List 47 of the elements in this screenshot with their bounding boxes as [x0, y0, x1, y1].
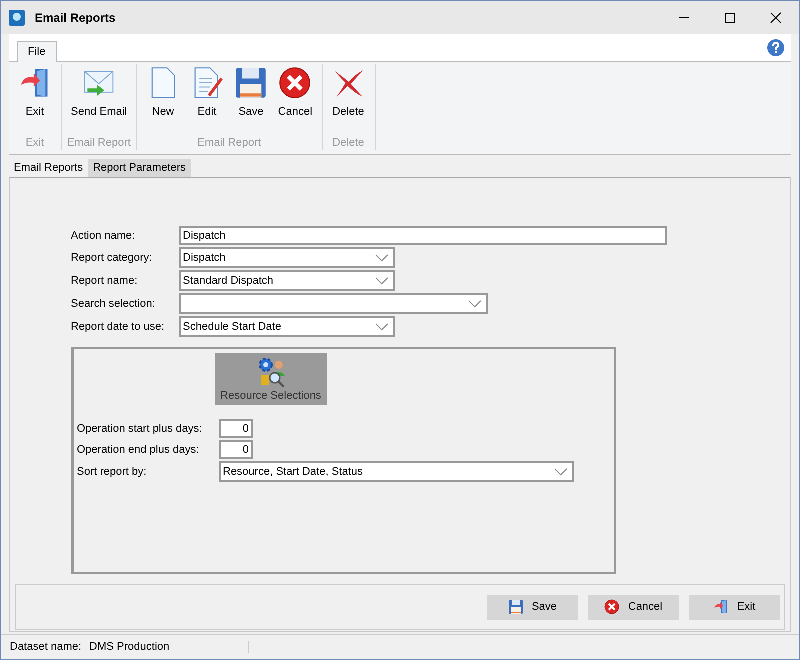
- dropdown[interactable]: [179, 293, 488, 314]
- field-label: Action name:: [71, 230, 136, 242]
- dropdown[interactable]: Resource, Start Date, Status: [219, 461, 574, 482]
- chevron-icon: [375, 254, 389, 262]
- chevron-icon: [375, 322, 389, 330]
- ribbon-button[interactable]: New: [141, 64, 186, 137]
- ribbon-tab[interactable]: File: [17, 41, 57, 62]
- group-label: Email Report: [67, 137, 131, 150]
- chevron-icon: [554, 468, 568, 476]
- tab[interactable]: Report Parameters: [88, 159, 192, 177]
- dropdown[interactable]: Standard Dispatch: [179, 270, 395, 291]
- status-value: DMS Production: [90, 641, 249, 653]
- ribbon-button[interactable]: Exit: [13, 64, 57, 137]
- help-icon[interactable]: [767, 39, 785, 57]
- chevron-icon: [375, 276, 389, 284]
- window-title: Email Reports: [35, 10, 117, 24]
- ribbon-button[interactable]: Save: [229, 64, 274, 137]
- ribbon-button[interactable]: Send Email: [66, 64, 132, 137]
- group-label: Delete: [332, 137, 364, 150]
- tab[interactable]: Email Reports: [9, 159, 88, 177]
- field-label: Operation end plus days:: [77, 444, 200, 456]
- text-field[interactable]: Dispatch: [179, 226, 667, 245]
- door-icon: [713, 599, 730, 615]
- number-field[interactable]: 0: [219, 419, 253, 438]
- chevron-icon: [468, 300, 482, 308]
- dialog-button[interactable]: Save: [487, 594, 578, 620]
- field-label: Report date to use:: [71, 320, 166, 332]
- dropdown[interactable]: Dispatch: [179, 247, 395, 268]
- number-field[interactable]: 0: [219, 440, 253, 459]
- cancel-icon: [604, 599, 620, 615]
- field-label: Report name:: [71, 274, 139, 286]
- status-label: Dataset name:: [10, 641, 82, 653]
- resource-selections-button[interactable]: Resource Selections: [215, 353, 327, 405]
- dropdown[interactable]: Schedule Start Date: [179, 316, 395, 337]
- cancel-icon: [278, 66, 312, 100]
- dialog-button[interactable]: Exit: [689, 594, 780, 620]
- ribbon-button[interactable]: Delete: [326, 64, 371, 137]
- field-label: Search selection:: [71, 298, 156, 310]
- ribbon-button[interactable]: Edit: [185, 64, 230, 137]
- group-label: Email Report: [198, 137, 262, 150]
- dialog-button[interactable]: Cancel: [588, 594, 679, 620]
- group-label: Exit: [26, 137, 44, 150]
- field-label: Operation start plus days:: [77, 422, 204, 434]
- app-icon: [9, 10, 25, 26]
- field-label: Sort report by:: [77, 466, 148, 478]
- ribbon-button[interactable]: Cancel: [273, 64, 318, 137]
- field-label: Report category:: [71, 252, 154, 264]
